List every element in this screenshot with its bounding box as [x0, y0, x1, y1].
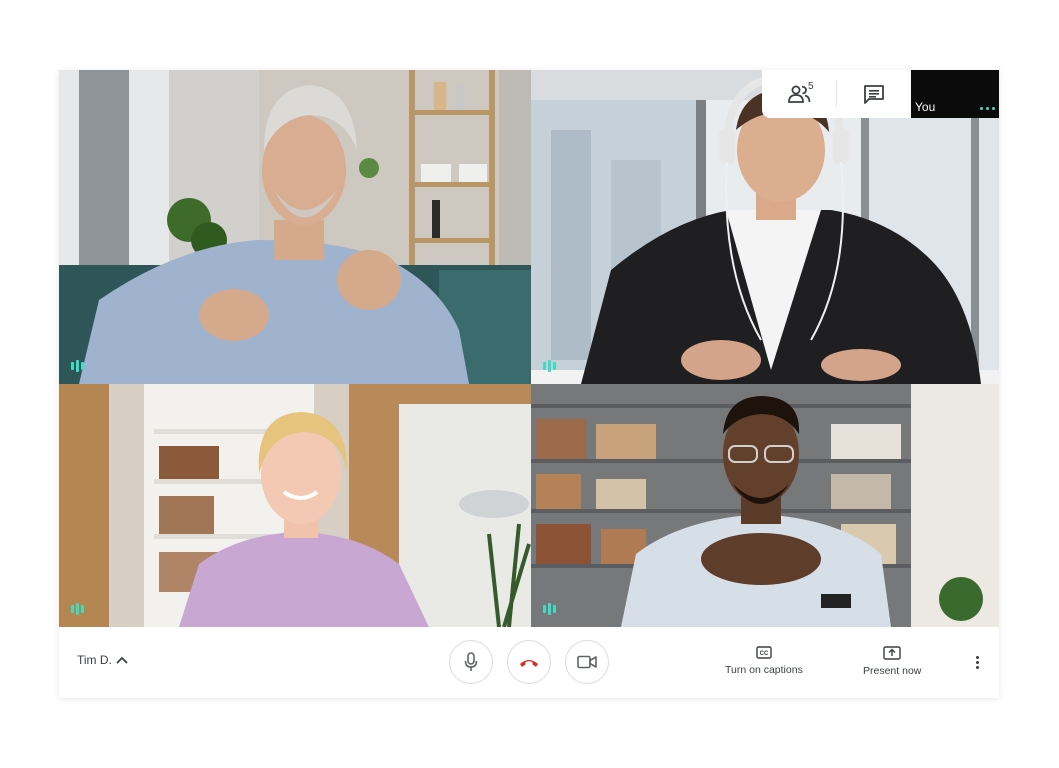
captions-button[interactable]: CC Turn on captions	[725, 646, 803, 676]
video-grid	[59, 70, 999, 627]
more-options-icon[interactable]	[971, 651, 983, 673]
self-view-label: You	[915, 100, 936, 114]
top-right-panel: 5 You	[762, 70, 999, 118]
closed-captions-icon: CC	[756, 646, 772, 659]
meet-window: 5 You Tim D. CC Turn on captions Present…	[59, 70, 999, 698]
top-controls: 5	[762, 70, 911, 118]
video-camera-icon	[577, 655, 597, 669]
participant-tile-4[interactable]	[531, 384, 999, 627]
present-screen-icon	[883, 646, 901, 660]
chevron-up-icon	[116, 656, 128, 664]
camera-button[interactable]	[565, 640, 609, 684]
audio-level-icon	[71, 603, 84, 615]
svg-text:CC: CC	[760, 651, 769, 657]
present-label: Present now	[863, 665, 922, 677]
participant-tile-3[interactable]	[59, 384, 531, 627]
leave-call-button[interactable]	[507, 640, 551, 684]
bottom-toolbar: Tim D. CC Turn on captions Present now	[59, 627, 999, 698]
present-now-button[interactable]: Present now	[863, 646, 921, 677]
captions-label: Turn on captions	[725, 664, 803, 676]
meeting-details-toggle[interactable]: Tim D.	[77, 653, 128, 667]
participant-video-4	[531, 384, 999, 627]
self-view-tile[interactable]: You	[911, 70, 999, 118]
participant-tile-1[interactable]	[59, 70, 531, 384]
participant-video-3	[59, 384, 531, 627]
chat-icon	[864, 85, 884, 104]
participants-count: 5	[808, 81, 814, 92]
audio-level-icon	[543, 603, 556, 615]
self-view-options-icon[interactable]	[980, 107, 995, 110]
participant-video-1	[59, 70, 531, 384]
audio-level-icon	[543, 360, 556, 372]
participants-button[interactable]: 5	[762, 70, 836, 118]
microphone-button[interactable]	[449, 640, 493, 684]
meeting-name: Tim D.	[77, 653, 112, 667]
chat-button[interactable]	[837, 70, 911, 118]
microphone-icon	[464, 652, 478, 671]
audio-level-icon	[71, 360, 84, 372]
hang-up-icon	[520, 660, 538, 667]
